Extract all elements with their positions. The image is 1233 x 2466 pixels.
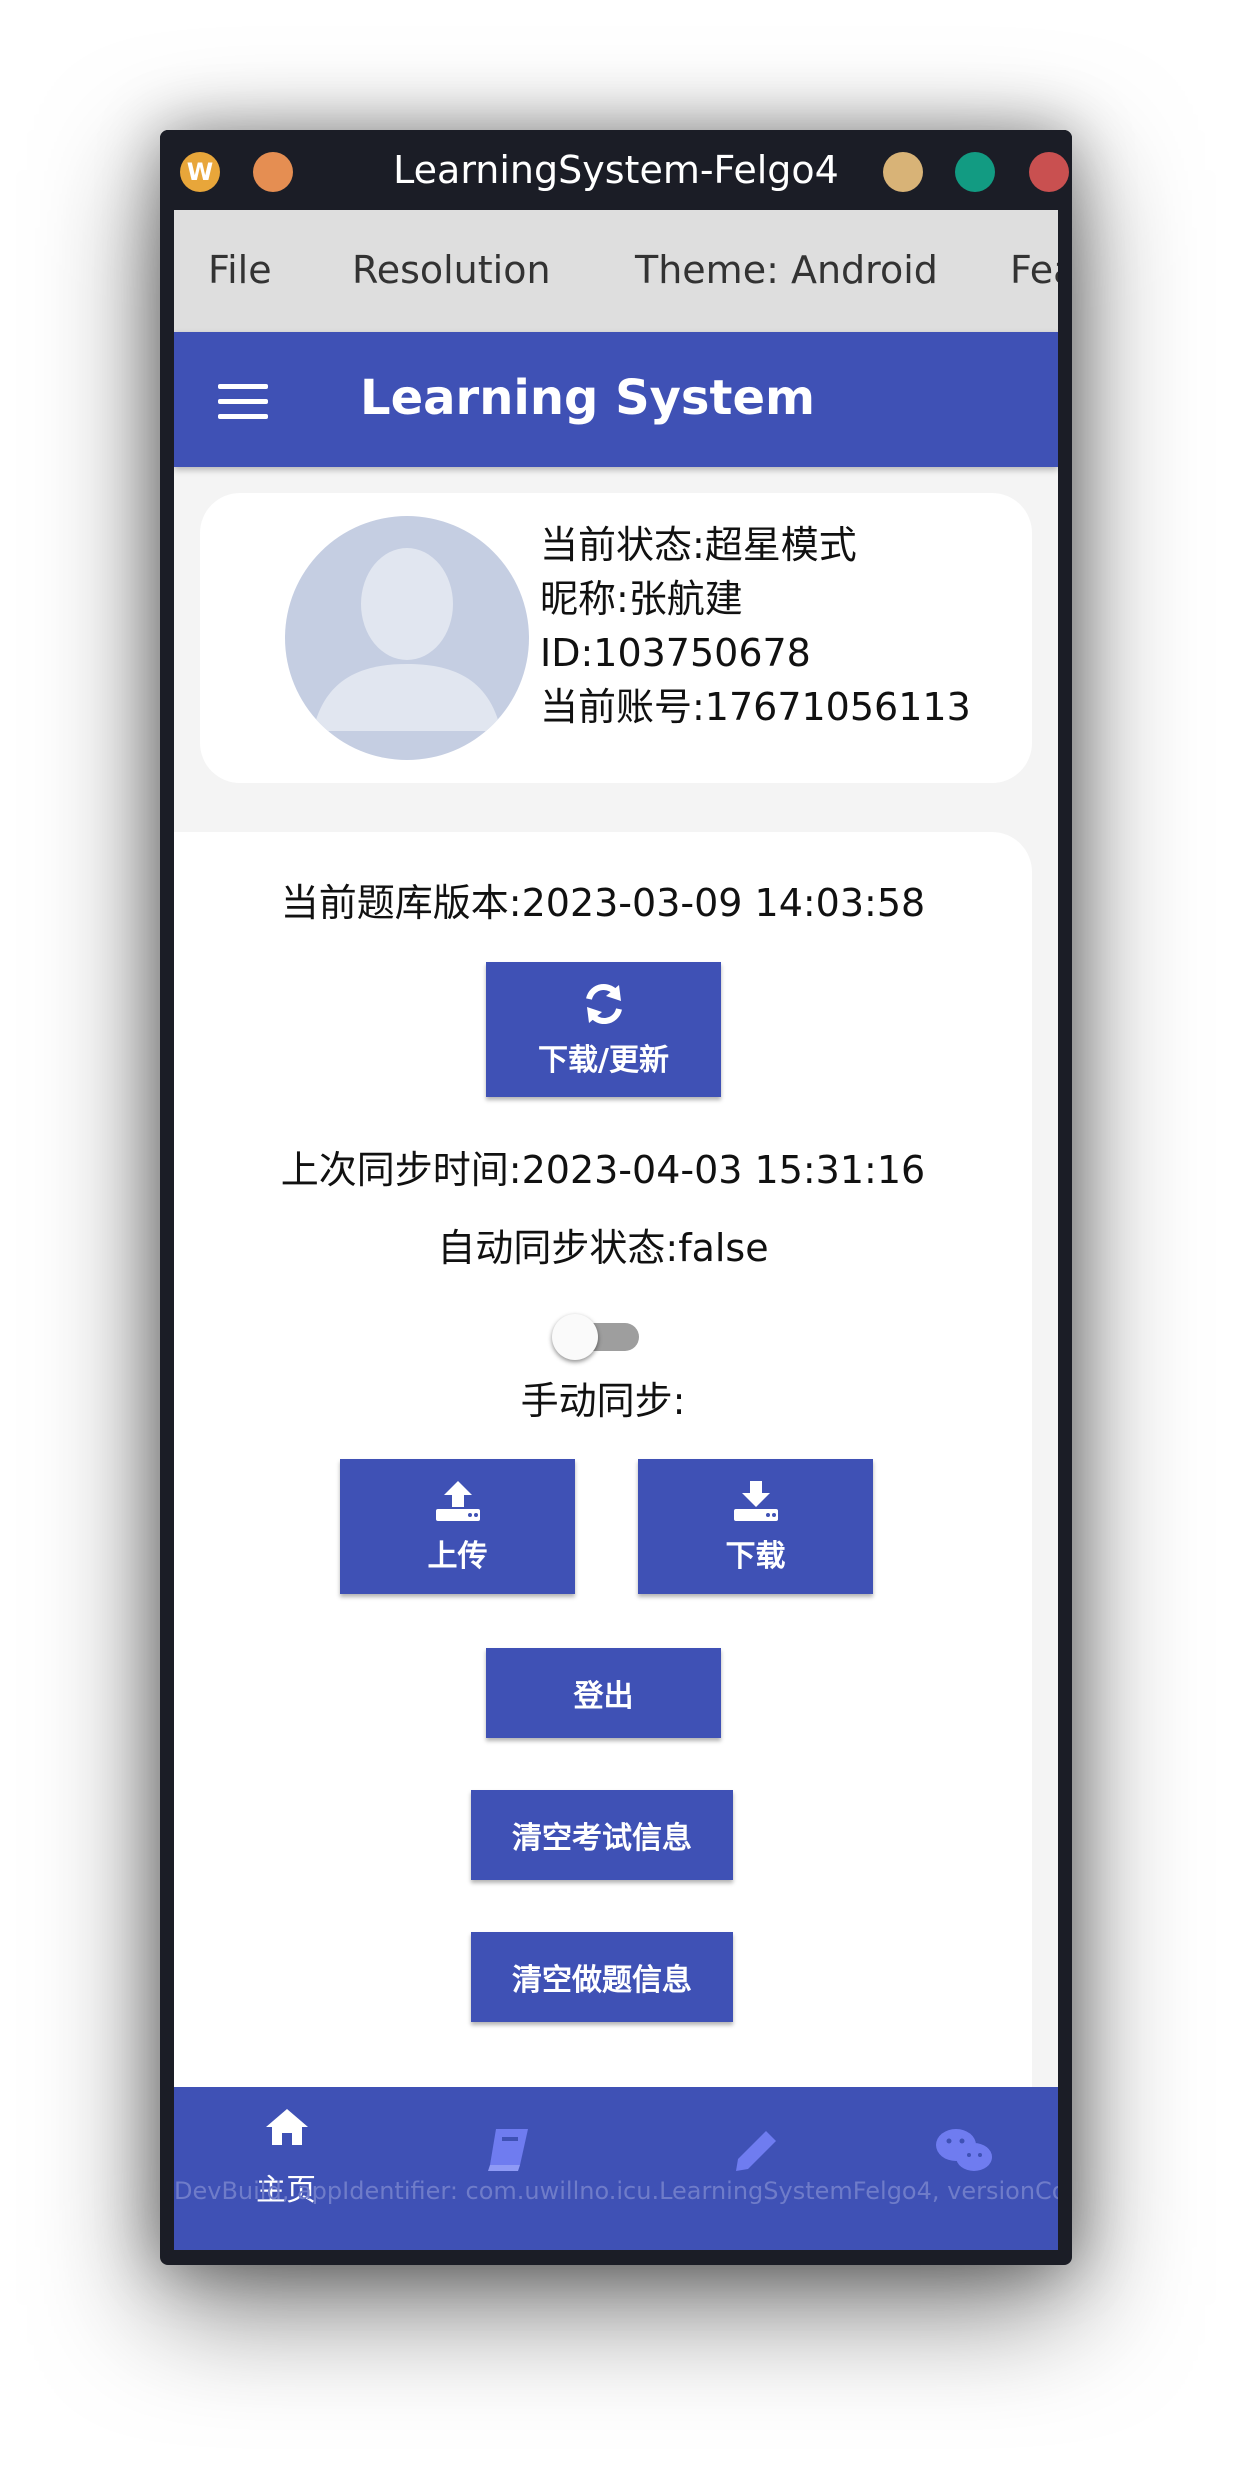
app-window: W LearningSystem-Felgo4 File Resolution … [160,130,1072,2265]
user-silhouette-icon [313,548,501,731]
toggle-thumb [552,1314,598,1360]
clear-practice-button-label: 清空做题信息 [512,1963,692,1998]
logout-button-label: 登出 [573,1679,634,1714]
page-title: Learning System [360,370,816,426]
close-button[interactable] [1029,152,1069,192]
bank-version-text: 当前题库版本:2023-03-09 14:03:58 [280,881,926,925]
minimize-button[interactable] [883,152,923,192]
update-button-label: 下载/更新 [538,1042,669,1078]
app-content: File Resolution Theme: Android Fea Learn… [174,210,1058,2250]
manual-sync-label: 手动同步: [520,1379,686,1423]
clear-practice-button[interactable]: 清空做题信息 [471,1932,733,2022]
logout-button[interactable]: 登出 [486,1648,721,1738]
profile-info: 当前状态:超星模式 昵称:张航建 ID:103750678 当前账号:17671… [540,518,971,734]
menu-resolution[interactable]: Resolution [352,248,551,292]
update-button[interactable]: 下载/更新 [486,962,721,1097]
menu-features[interactable]: Fea [1010,248,1058,292]
bottom-navigation: 主页 DevBuild, appIdentifier: com.uwillno.… [174,2087,1058,2250]
menu-icon[interactable] [218,384,268,420]
pencil-icon [736,2131,776,2171]
auto-sync-text: 自动同步状态:false [437,1226,769,1270]
upload-icon [435,1480,480,1521]
book-icon [488,2129,528,2171]
maximize-button[interactable] [955,152,995,192]
clear-exam-button[interactable]: 清空考试信息 [471,1790,733,1880]
title-bar: W LearningSystem-Felgo4 [160,130,1072,210]
wechat-icon [936,2129,992,2171]
nickname-text: 昵称:张航建 [540,577,743,621]
id-text: ID:103750678 [540,631,811,675]
sync-card: 当前题库版本:2023-03-09 14:03:58 下载/更新 上次同步时间:… [174,832,1032,2250]
avatar [285,516,529,760]
download-button-label: 下载 [725,1538,786,1574]
download-icon [733,1480,778,1521]
clear-exam-button-label: 清空考试信息 [512,1821,692,1856]
status-text: 当前状态:超星模式 [540,523,857,567]
last-sync-text: 上次同步时间:2023-04-03 15:31:16 [280,1148,926,1192]
nav-book[interactable] [484,2127,532,2177]
menu-bar: File Resolution Theme: Android Fea [174,210,1058,332]
window-title: LearningSystem-Felgo4 [393,148,839,192]
upload-button-label: 上传 [427,1538,488,1574]
devbuild-text: DevBuild, appIdentifier: com.uwillno.icu… [174,2177,1058,2205]
nav-chat[interactable] [934,2125,994,2179]
home-icon [266,2109,308,2145]
profile-card: 当前状态:超星模式 昵称:张航建 ID:103750678 当前账号:17671… [200,493,1032,783]
menu-file[interactable]: File [208,248,272,292]
menu-theme[interactable]: Theme: Android [635,248,938,292]
account-text: 当前账号:17671056113 [540,685,971,729]
nav-edit[interactable] [734,2127,780,2177]
nav-home[interactable] [264,2107,310,2151]
download-button[interactable]: 下载 [638,1459,873,1594]
app-bar: Learning System [174,332,1058,467]
upload-button[interactable]: 上传 [340,1459,575,1594]
refresh-icon [585,983,622,1024]
